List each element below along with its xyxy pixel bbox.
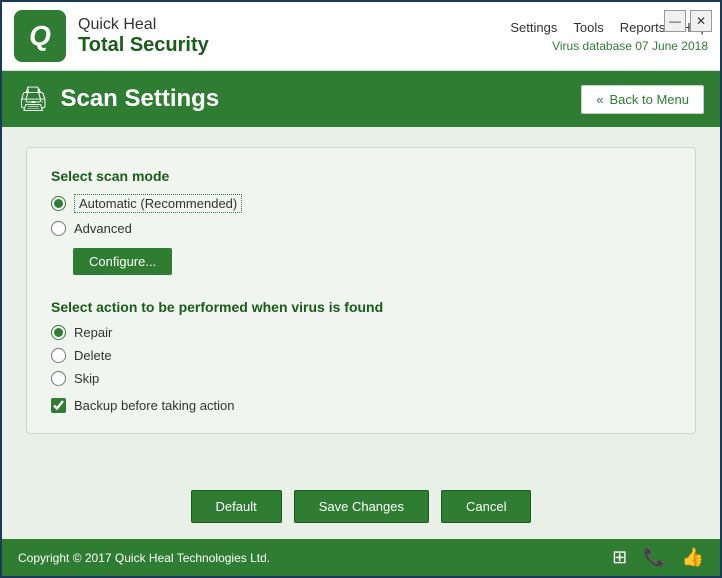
title-bar: Q Quick Heal Total Security Settings Too… — [2, 2, 720, 71]
action-skip-radio[interactable] — [51, 371, 66, 386]
action-delete[interactable]: Delete — [51, 348, 671, 363]
section-title: Scan Settings — [60, 85, 219, 113]
action-delete-radio[interactable] — [51, 348, 66, 363]
action-repair-label: Repair — [74, 325, 112, 340]
scan-mode-radio-group: Automatic (Recommended) Advanced — [51, 194, 671, 236]
configure-button[interactable]: Configure... — [73, 248, 172, 275]
thumbsup-icon[interactable]: 👍 — [682, 547, 704, 568]
back-to-menu-button[interactable]: « Back to Menu — [581, 85, 704, 114]
action-repair[interactable]: Repair — [51, 325, 671, 340]
app-logo: Q — [14, 10, 66, 62]
nav-reports[interactable]: Reports — [620, 20, 666, 35]
backup-checkbox-item[interactable]: Backup before taking action — [51, 398, 671, 413]
minimize-button[interactable]: — — [664, 10, 686, 32]
scan-mode-auto-radio[interactable] — [51, 196, 66, 211]
section-header: 🖨 Scan Settings « Back to Menu — [2, 71, 720, 127]
backup-checkbox[interactable] — [51, 398, 66, 413]
status-icons: ⊞ 📞 👍 — [612, 547, 704, 568]
scan-mode-auto-label: Automatic (Recommended) — [74, 194, 242, 213]
phone-icon[interactable]: 📞 — [643, 547, 665, 568]
footer-area: Default Save Changes Cancel — [2, 478, 720, 539]
grid-icon[interactable]: ⊞ — [612, 547, 627, 568]
close-button[interactable]: ✕ — [690, 10, 712, 32]
scan-settings-icon: 🖨 — [18, 85, 48, 114]
scan-mode-auto[interactable]: Automatic (Recommended) — [51, 194, 671, 213]
main-window: Q Quick Heal Total Security Settings Too… — [0, 0, 722, 578]
section-title-area: 🖨 Scan Settings — [18, 85, 219, 114]
window-controls: — ✕ — [664, 10, 712, 32]
app-name-line2: Total Security — [78, 34, 209, 57]
virus-database-text: Virus database 07 June 2018 — [552, 39, 708, 53]
action-skip[interactable]: Skip — [51, 371, 671, 386]
scan-mode-label: Select scan mode — [51, 168, 671, 184]
status-bar: Copyright © 2017 Quick Heal Technologies… — [2, 539, 720, 576]
cancel-button[interactable]: Cancel — [441, 490, 531, 523]
content-panel: Select scan mode Automatic (Recommended)… — [26, 147, 696, 434]
action-delete-label: Delete — [74, 348, 112, 363]
action-skip-label: Skip — [74, 371, 99, 386]
virus-action-section: Select action to be performed when virus… — [51, 299, 671, 413]
nav-tools[interactable]: Tools — [573, 20, 603, 35]
backup-label: Backup before taking action — [74, 398, 234, 413]
copyright-text: Copyright © 2017 Quick Heal Technologies… — [18, 551, 270, 565]
back-btn-label: Back to Menu — [610, 92, 690, 107]
virus-action-label: Select action to be performed when virus… — [51, 299, 671, 315]
main-content: Select scan mode Automatic (Recommended)… — [2, 127, 720, 478]
scan-mode-advanced-label: Advanced — [74, 221, 132, 236]
action-repair-radio[interactable] — [51, 325, 66, 340]
scan-mode-advanced-radio[interactable] — [51, 221, 66, 236]
default-button[interactable]: Default — [191, 490, 282, 523]
virus-action-radio-group: Repair Delete Skip — [51, 325, 671, 386]
logo-letter: Q — [29, 20, 51, 52]
back-chevron-icon: « — [596, 92, 603, 107]
nav-settings[interactable]: Settings — [510, 20, 557, 35]
scan-mode-advanced[interactable]: Advanced — [51, 221, 671, 236]
app-name-block: Quick Heal Total Security — [78, 16, 209, 57]
save-changes-button[interactable]: Save Changes — [294, 490, 429, 523]
app-name-line1: Quick Heal — [78, 16, 209, 34]
